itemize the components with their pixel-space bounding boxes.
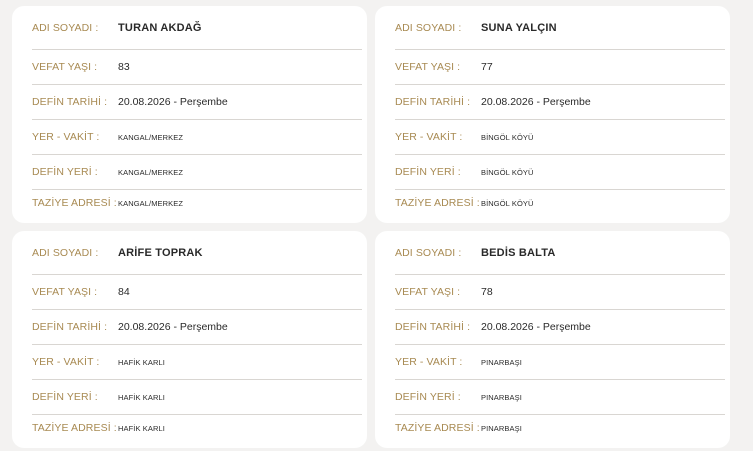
place-time-label: YER - VAKİT : bbox=[32, 131, 100, 143]
age-value: 84 bbox=[118, 286, 130, 298]
condolence-address-value: BİNGÖL KÖYÜ bbox=[481, 198, 534, 208]
place-time-row: YER - VAKİT : HAFİK KARLI bbox=[32, 345, 362, 380]
burial-date-value: 20.08.2026 - Perşembe bbox=[481, 96, 591, 108]
age-label: VEFAT YAŞI : bbox=[395, 61, 461, 73]
burial-date-label: DEFİN TARİHİ : bbox=[395, 321, 471, 333]
name-row: ADI SOYADI : BEDİS BALTA bbox=[395, 231, 725, 275]
burial-place-value: KANGAL/MERKEZ bbox=[118, 167, 184, 177]
burial-place-value: HAFİK KARLI bbox=[118, 392, 165, 402]
condolence-address-value: PINARBAŞI bbox=[481, 423, 522, 433]
name-row: ADI SOYADI : SUNA YALÇIN bbox=[395, 6, 725, 50]
age-label: VEFAT YAŞI : bbox=[32, 61, 98, 73]
obituary-card: ADI SOYADI : BEDİS BALTA VEFAT YAŞI : 78… bbox=[375, 231, 730, 448]
name-label: ADI SOYADI : bbox=[395, 21, 462, 34]
age-value: 83 bbox=[118, 61, 130, 73]
name-label: ADI SOYADI : bbox=[32, 21, 99, 34]
burial-place-row: DEFİN YERİ : PINARBAŞI bbox=[395, 380, 725, 415]
burial-place-value: PINARBAŞI bbox=[481, 392, 522, 402]
burial-date-value: 20.08.2026 - Perşembe bbox=[118, 96, 228, 108]
burial-place-row: DEFİN YERİ : BİNGÖL KÖYÜ bbox=[395, 155, 725, 190]
burial-date-row: DEFİN TARİHİ : 20.08.2026 - Perşembe bbox=[395, 310, 725, 345]
condolence-address-value: HAFİK KARLI bbox=[118, 423, 165, 433]
condolence-address-label: TAZİYE ADRESİ : bbox=[395, 197, 480, 209]
name-row: ADI SOYADI : TURAN AKDAĞ bbox=[32, 6, 362, 50]
condolence-address-row: TAZİYE ADRESİ : HAFİK KARLI bbox=[32, 415, 362, 441]
name-label: ADI SOYADI : bbox=[395, 246, 462, 259]
burial-place-label: DEFİN YERİ : bbox=[395, 166, 461, 178]
place-time-row: YER - VAKİT : KANGAL/MERKEZ bbox=[32, 120, 362, 155]
condolence-address-row: TAZİYE ADRESİ : PINARBAŞI bbox=[395, 415, 725, 441]
name-value: BEDİS BALTA bbox=[481, 246, 556, 259]
burial-place-label: DEFİN YERİ : bbox=[32, 391, 98, 403]
name-label: ADI SOYADI : bbox=[32, 246, 99, 259]
age-label: VEFAT YAŞI : bbox=[395, 286, 461, 298]
burial-date-row: DEFİN TARİHİ : 20.08.2026 - Perşembe bbox=[32, 310, 362, 345]
name-row: ADI SOYADI : ARİFE TOPRAK bbox=[32, 231, 362, 275]
place-time-row: YER - VAKİT : BİNGÖL KÖYÜ bbox=[395, 120, 725, 155]
burial-date-label: DEFİN TARİHİ : bbox=[32, 321, 108, 333]
name-value: SUNA YALÇIN bbox=[481, 21, 557, 34]
obituary-card: ADI SOYADI : ARİFE TOPRAK VEFAT YAŞI : 8… bbox=[12, 231, 367, 448]
age-row: VEFAT YAŞI : 84 bbox=[32, 275, 362, 310]
place-time-label: YER - VAKİT : bbox=[395, 131, 463, 143]
burial-place-value: BİNGÖL KÖYÜ bbox=[481, 167, 534, 177]
age-label: VEFAT YAŞI : bbox=[32, 286, 98, 298]
place-time-label: YER - VAKİT : bbox=[32, 356, 100, 368]
place-time-value: KANGAL/MERKEZ bbox=[118, 132, 184, 142]
place-time-value: PINARBAŞI bbox=[481, 357, 522, 367]
age-row: VEFAT YAŞI : 78 bbox=[395, 275, 725, 310]
name-value: ARİFE TOPRAK bbox=[118, 246, 203, 259]
name-value: TURAN AKDAĞ bbox=[118, 21, 202, 34]
condolence-address-label: TAZİYE ADRESİ : bbox=[395, 422, 480, 434]
condolence-address-row: TAZİYE ADRESİ : KANGAL/MERKEZ bbox=[32, 190, 362, 216]
burial-date-label: DEFİN TARİHİ : bbox=[32, 96, 108, 108]
condolence-address-value: KANGAL/MERKEZ bbox=[118, 198, 184, 208]
burial-date-label: DEFİN TARİHİ : bbox=[395, 96, 471, 108]
place-time-row: YER - VAKİT : PINARBAŞI bbox=[395, 345, 725, 380]
age-value: 77 bbox=[481, 61, 493, 73]
burial-place-label: DEFİN YERİ : bbox=[395, 391, 461, 403]
burial-date-row: DEFİN TARİHİ : 20.08.2026 - Perşembe bbox=[395, 85, 725, 120]
burial-date-value: 20.08.2026 - Perşembe bbox=[481, 321, 591, 333]
condolence-address-label: TAZİYE ADRESİ : bbox=[32, 422, 117, 434]
burial-date-row: DEFİN TARİHİ : 20.08.2026 - Perşembe bbox=[32, 85, 362, 120]
age-row: VEFAT YAŞI : 83 bbox=[32, 50, 362, 85]
condolence-address-row: TAZİYE ADRESİ : BİNGÖL KÖYÜ bbox=[395, 190, 725, 216]
age-row: VEFAT YAŞI : 77 bbox=[395, 50, 725, 85]
place-time-label: YER - VAKİT : bbox=[395, 356, 463, 368]
obituary-card: ADI SOYADI : TURAN AKDAĞ VEFAT YAŞI : 83… bbox=[12, 6, 367, 223]
place-time-value: HAFİK KARLI bbox=[118, 357, 165, 367]
burial-date-value: 20.08.2026 - Perşembe bbox=[118, 321, 228, 333]
burial-place-row: DEFİN YERİ : KANGAL/MERKEZ bbox=[32, 155, 362, 190]
condolence-address-label: TAZİYE ADRESİ : bbox=[32, 197, 117, 209]
burial-place-label: DEFİN YERİ : bbox=[32, 166, 98, 178]
burial-place-row: DEFİN YERİ : HAFİK KARLI bbox=[32, 380, 362, 415]
place-time-value: BİNGÖL KÖYÜ bbox=[481, 132, 534, 142]
age-value: 78 bbox=[481, 286, 493, 298]
obituary-card: ADI SOYADI : SUNA YALÇIN VEFAT YAŞI : 77… bbox=[375, 6, 730, 223]
